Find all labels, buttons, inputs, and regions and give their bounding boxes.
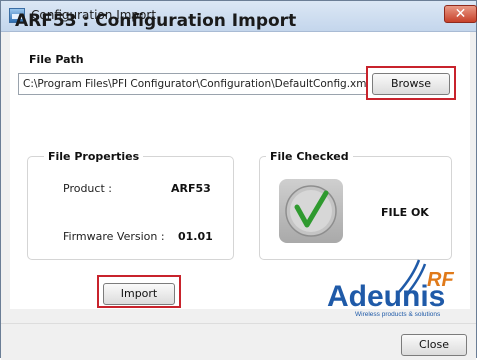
close-icon[interactable]: ✕ [444, 5, 477, 23]
file-properties-panel [27, 156, 234, 260]
firmware-value: 01.01 [178, 230, 213, 243]
checkmark-icon [285, 185, 337, 237]
file-properties-legend: File Properties [44, 150, 144, 163]
page-title: ARF53 : Configuration Import [15, 11, 297, 31]
import-button[interactable]: Import [103, 283, 175, 305]
file-checked-legend: File Checked [266, 150, 353, 163]
file-path-input[interactable]: C:\Program Files\PFI Configurator\Config… [18, 73, 368, 95]
logo-word: Adeunis [327, 280, 445, 313]
logo-tagline: Wireless products & solutions [355, 311, 441, 318]
firmware-label: Firmware Version : [63, 230, 165, 243]
file-path-label: File Path [29, 53, 84, 66]
close-button[interactable]: Close [401, 334, 467, 356]
dialog-window: Configuration Import ✕ ARF53 : Configura… [0, 0, 477, 360]
product-label: Product : [63, 182, 112, 195]
browse-button[interactable]: Browse [372, 73, 450, 95]
file-status-text: FILE OK [381, 206, 429, 219]
file-check-tile [279, 179, 343, 243]
adeunis-logo: RF Adeunis Wireless products & solutions [327, 252, 477, 320]
product-value: ARF53 [171, 182, 211, 195]
